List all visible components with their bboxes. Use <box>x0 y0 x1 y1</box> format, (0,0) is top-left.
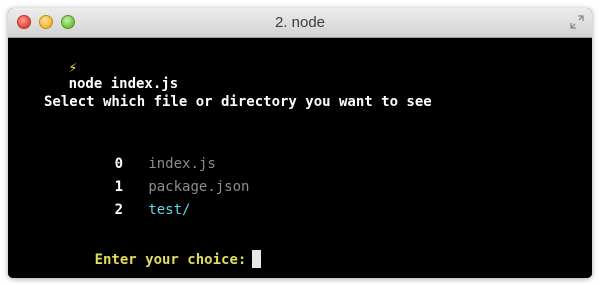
option-name: test/ <box>148 202 191 218</box>
lightning-icon: ⚡ <box>68 60 78 76</box>
text-cursor[interactable] <box>252 250 262 268</box>
option-item: 2 test/ <box>64 186 191 234</box>
command-text: node index.js <box>68 76 179 92</box>
terminal-window: 2. node ⚡ node index.js Select which fil… <box>8 8 592 278</box>
option-index: 2 <box>114 202 124 218</box>
title-bar[interactable]: 2. node <box>8 8 592 38</box>
choice-label: Enter your choice: <box>94 252 247 268</box>
question-text: Select which file or directory you want … <box>44 94 432 110</box>
fullscreen-icon[interactable] <box>570 15 584 29</box>
window-title: 2. node <box>274 14 326 31</box>
choice-prompt[interactable]: Enter your choice: <box>44 234 262 278</box>
terminal-content[interactable]: ⚡ node index.js Select which file or dir… <box>8 38 592 278</box>
